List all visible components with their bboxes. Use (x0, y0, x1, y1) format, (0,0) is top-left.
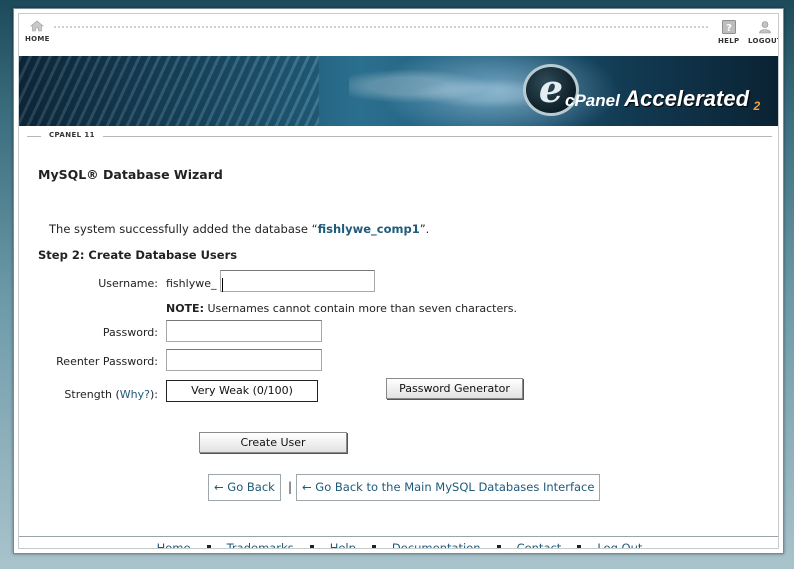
logo-version: 2 (753, 99, 761, 114)
username-prefix: fishlywe_ (166, 277, 217, 290)
go-back-link[interactable]: ← Go Back (208, 474, 281, 501)
logo-cpanel-word: cPanel (565, 91, 620, 110)
why-link[interactable]: Why? (120, 388, 150, 401)
top-dotted-divider (53, 26, 709, 28)
username-note: NOTE: Usernames cannot contain more than… (166, 302, 517, 315)
footer-link-documentation[interactable]: Documentation (392, 541, 481, 548)
step-title: Step 2: Create Database Users (38, 248, 238, 262)
success-message-suffix: ”. (419, 222, 430, 236)
home-label: HOME (25, 35, 50, 43)
password-strength-meter: Very Weak (0/100) (166, 380, 318, 402)
header-banner: e cPanel Accelerated 2 (19, 56, 778, 126)
home-icon (30, 20, 45, 32)
help-label: HELP (718, 37, 740, 45)
note-text: Usernames cannot contain more than seven… (203, 302, 518, 315)
logout-button[interactable]: LOGOUT (748, 20, 779, 45)
banner-cables-graphic (19, 56, 319, 126)
nav-separator: | (288, 480, 293, 494)
cpanel-logo: e cPanel Accelerated 2 (519, 62, 778, 122)
browser-frame: HOME ? HELP LOGOUT e cPanel Accelerated (13, 8, 784, 554)
success-message-prefix: The system successfully added the databa… (49, 222, 318, 236)
strength-label-prefix: Strength ( (64, 388, 120, 401)
password-label: Password: (102, 326, 158, 339)
text-cursor (222, 278, 223, 292)
username-input[interactable] (220, 270, 375, 292)
reenter-password-input[interactable] (166, 349, 322, 371)
password-input[interactable] (166, 320, 322, 342)
go-back-main-link[interactable]: ← Go Back to the Main MySQL Databases In… (296, 474, 601, 501)
footer-link-contact[interactable]: Contact (517, 541, 562, 548)
breadcrumb: CPANEL 11 (41, 131, 103, 139)
success-message: The system successfully added the databa… (49, 222, 429, 236)
footer: Home Trademarks Help Documentation Contact Lo… (19, 541, 778, 548)
footer-divider (19, 536, 778, 537)
svg-text:?: ? (726, 23, 732, 34)
footer-link-trademarks[interactable]: Trademarks (227, 541, 294, 548)
home-button[interactable]: HOME (25, 20, 50, 43)
footer-link-logout[interactable]: Log Out (597, 541, 642, 548)
breadcrumb-divider (27, 136, 772, 137)
page-title: MySQL® Database Wizard (38, 167, 223, 182)
footer-link-help[interactable]: Help (330, 541, 356, 548)
strength-label: Strength (Why?): (64, 388, 158, 401)
footer-bullet (371, 545, 376, 548)
user-icon (759, 21, 771, 34)
cpanel-logo-text: cPanel Accelerated 2 (565, 86, 760, 113)
footer-bullet (309, 545, 314, 548)
create-user-button[interactable]: Create User (199, 432, 347, 453)
note-label: NOTE: (166, 302, 204, 315)
reenter-password-label: Reenter Password: (56, 355, 158, 368)
logo-accelerated-word: Accelerated (624, 86, 750, 111)
logout-label: LOGOUT (748, 37, 779, 45)
database-name: fishlywe_comp1 (317, 222, 420, 236)
footer-bullet (496, 545, 501, 548)
password-generator-button[interactable]: Password Generator (386, 378, 523, 399)
help-icon: ? (721, 20, 736, 34)
username-label: Username: (98, 277, 158, 290)
footer-link-home[interactable]: Home (157, 541, 191, 548)
top-navigation: HOME ? HELP LOGOUT (19, 14, 779, 56)
help-button[interactable]: ? HELP (718, 20, 739, 45)
footer-bullet (206, 545, 211, 548)
footer-bullet (577, 545, 582, 548)
cpanel-page: HOME ? HELP LOGOUT e cPanel Accelerated (18, 13, 779, 549)
strength-label-suffix: ): (150, 388, 158, 401)
